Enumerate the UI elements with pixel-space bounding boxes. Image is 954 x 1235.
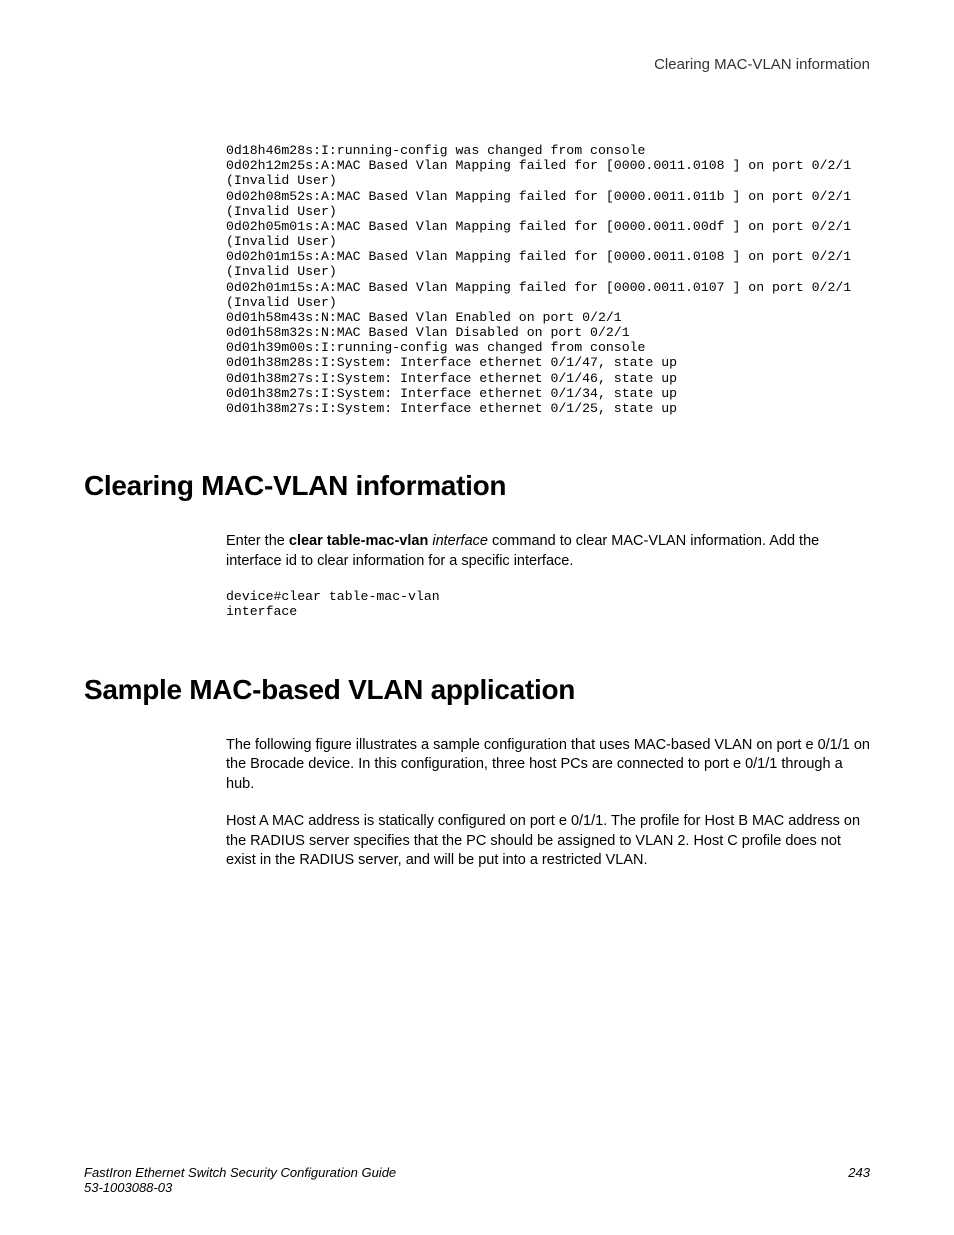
log-output-block: 0d18h46m28s:I:running-config was changed…: [226, 143, 870, 416]
footer-title: FastIron Ethernet Switch Security Config…: [84, 1165, 396, 1180]
footer-page-number: 243: [848, 1165, 870, 1180]
section2-paragraph1: The following figure illustrates a sampl…: [226, 736, 870, 795]
code-block-clear: device#clear table-mac-vlan interface: [226, 589, 870, 619]
page-header-right: Clearing MAC-VLAN information: [84, 56, 870, 73]
footer-docid: 53-1003088-03: [84, 1180, 870, 1195]
page-footer: FastIron Ethernet Switch Security Config…: [84, 1165, 870, 1195]
section2-paragraph2: Host A MAC address is statically configu…: [226, 812, 870, 871]
command-param-italic: interface: [428, 533, 488, 549]
command-bold: clear table-mac-vlan: [289, 533, 428, 549]
text-prefix: Enter the: [226, 533, 289, 549]
section-heading-sample: Sample MAC-based VLAN application: [84, 674, 870, 706]
section-heading-clearing: Clearing MAC-VLAN information: [84, 470, 870, 502]
section1-paragraph1: Enter the clear table-mac-vlan interface…: [226, 532, 870, 571]
